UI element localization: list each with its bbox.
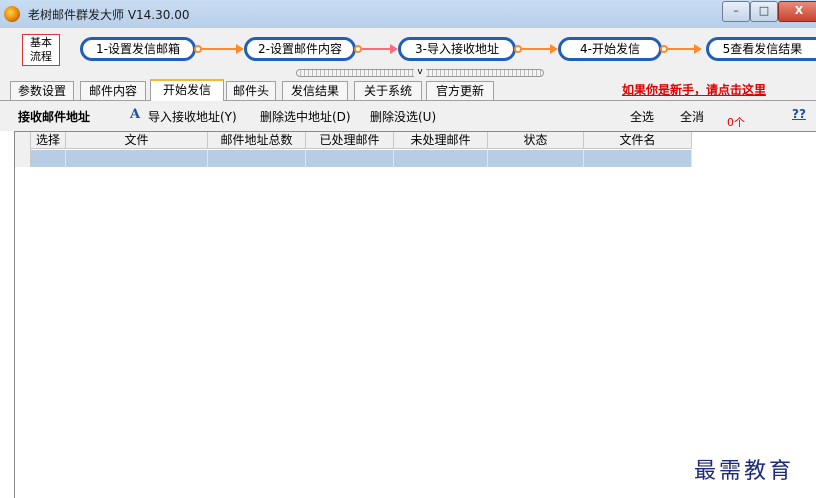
maximize-button[interactable]: □ xyxy=(750,1,778,22)
tab-start-sending[interactable]: 开始发信 xyxy=(150,79,224,102)
connector-dot xyxy=(194,45,202,53)
delete-unselected-button[interactable]: 删除没选(U) xyxy=(370,108,436,125)
connector-dot xyxy=(514,45,522,53)
app-logo-icon xyxy=(4,6,20,22)
address-count: 0个 xyxy=(727,116,745,129)
column-header-unprocessed[interactable]: 未处理邮件 xyxy=(394,132,488,149)
tab-official-update[interactable]: 官方更新 xyxy=(426,81,494,100)
table-row-cell[interactable] xyxy=(306,150,394,167)
newbie-help-link[interactable]: 如果你是新手，请点击这里 xyxy=(622,81,766,98)
column-header-processed[interactable]: 已处理邮件 xyxy=(306,132,394,149)
watermark-text: 最需教育 xyxy=(694,459,795,484)
tab-send-results[interactable]: 发信结果 xyxy=(282,81,348,100)
deselect-all-button[interactable]: 全消 xyxy=(680,108,704,125)
arrow-right-icon xyxy=(694,44,702,54)
workflow-step-import-addresses[interactable]: 3-导入接收地址 xyxy=(398,37,516,61)
table-row-cell[interactable] xyxy=(31,150,66,167)
tab-parameter-settings[interactable]: 参数设置 xyxy=(10,81,74,100)
workflow-step-view-results[interactable]: 5查看发信结果 xyxy=(706,37,816,61)
window-title: 老树邮件群发大师 V14.30.00 xyxy=(28,8,190,22)
flow-arrow-line xyxy=(362,48,392,50)
workflow-step-set-content[interactable]: 2-设置邮件内容 xyxy=(244,37,356,61)
arrow-right-icon xyxy=(390,44,398,54)
row-indicator-column xyxy=(15,132,31,167)
basic-flow-line1: 基本 xyxy=(30,36,52,49)
font-a-icon: A xyxy=(130,107,141,122)
column-header-select[interactable]: 选择 xyxy=(31,132,66,149)
column-header-status[interactable]: 状态 xyxy=(488,132,584,149)
flow-arrow-line xyxy=(668,48,696,50)
table-row-cell[interactable] xyxy=(584,150,692,167)
flow-arrow-line xyxy=(202,48,238,50)
column-header-file[interactable]: 文件 xyxy=(66,132,208,149)
basic-flow-line2: 流程 xyxy=(30,50,52,63)
flow-arrow-line xyxy=(522,48,552,50)
workflow-step-start-sending[interactable]: 4-开始发信 xyxy=(558,37,662,61)
close-button[interactable]: X xyxy=(778,1,816,22)
tab-about-system[interactable]: 关于系统 xyxy=(354,81,422,100)
table-row-cell[interactable] xyxy=(208,150,306,167)
section-title: 接收邮件地址 xyxy=(18,110,91,124)
collapse-chevron-icon[interactable]: v xyxy=(414,67,426,78)
select-all-button[interactable]: 全选 xyxy=(630,108,654,125)
basic-flow-label: 基本 流程 xyxy=(22,34,60,66)
minimize-button[interactable]: – xyxy=(722,1,750,22)
arrow-right-icon xyxy=(236,44,244,54)
connector-dot xyxy=(354,45,362,53)
connector-dot xyxy=(660,45,668,53)
arrow-right-icon xyxy=(550,44,558,54)
address-grid[interactable] xyxy=(14,131,816,498)
column-header-filename[interactable]: 文件名 xyxy=(584,132,692,149)
delete-selected-button[interactable]: 删除选中地址(D) xyxy=(260,108,351,125)
help-link[interactable]: ?? xyxy=(792,107,806,121)
tab-mail-header[interactable]: 邮件头 xyxy=(226,81,276,100)
tab-mail-content[interactable]: 邮件内容 xyxy=(80,81,146,100)
column-header-address-total[interactable]: 邮件地址总数 xyxy=(208,132,306,149)
import-addresses-button[interactable]: 导入接收地址(Y) xyxy=(148,108,237,125)
table-row-cell[interactable] xyxy=(66,150,208,167)
table-row-cell[interactable] xyxy=(394,150,488,167)
workflow-step-set-sender[interactable]: 1-设置发信邮箱 xyxy=(80,37,196,61)
table-row-cell[interactable] xyxy=(488,150,584,167)
